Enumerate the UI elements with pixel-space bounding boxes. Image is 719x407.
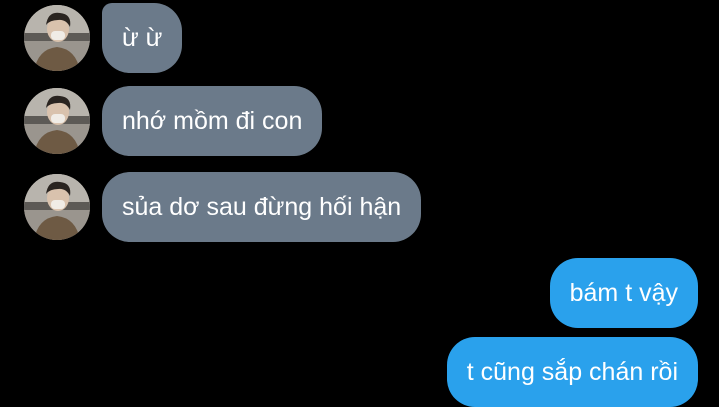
incoming-message-row: nhớ mồm đi con [24,86,323,156]
profile-photo-avatar-icon [24,88,90,154]
message-bubble[interactable]: t cũng sắp chán rồi [446,337,698,407]
incoming-message-row: ừ ừ [24,3,183,73]
chat-thread: ừ ừ nhớ mồm đi con sủa dơ sau đừng hối h… [0,0,719,407]
message-bubble[interactable]: sủa dơ sau đừng hối hận [102,172,422,242]
outgoing-message-row: bám t vậy [549,258,698,328]
message-bubble[interactable]: ừ ừ [102,3,183,73]
avatar[interactable] [24,5,90,71]
avatar[interactable] [24,174,90,240]
avatar[interactable] [24,88,90,154]
outgoing-message-row: t cũng sắp chán rồi [446,337,698,407]
message-bubble[interactable]: nhớ mồm đi con [102,86,323,156]
profile-photo-avatar-icon [24,5,90,71]
incoming-message-row: sủa dơ sau đừng hối hận [24,172,422,242]
profile-photo-avatar-icon [24,174,90,240]
message-bubble[interactable]: bám t vậy [549,258,698,328]
